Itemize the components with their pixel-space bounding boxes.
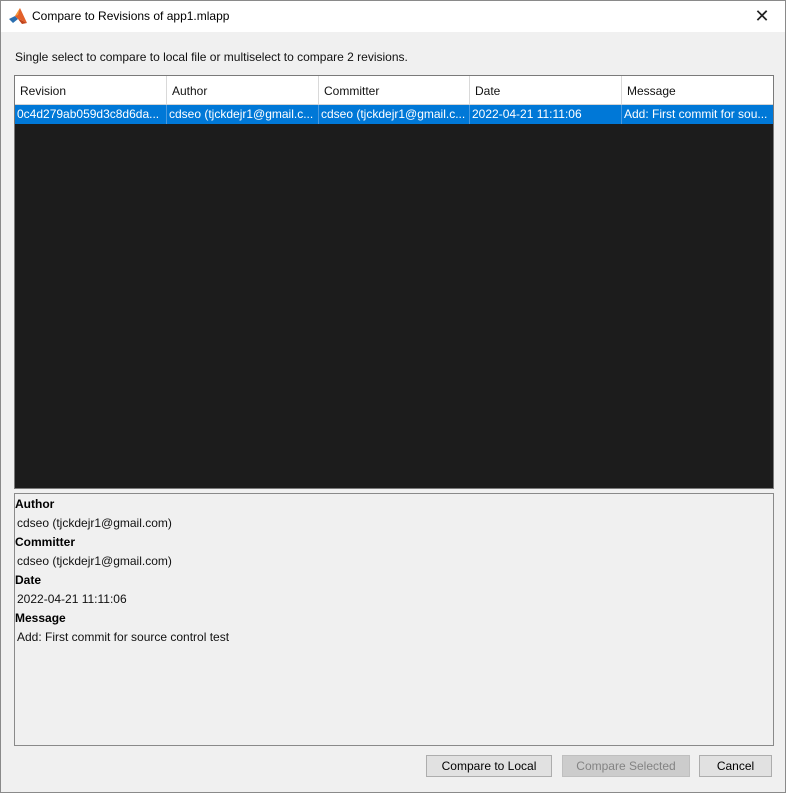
details-panel: Author cdseo (tjckdejr1@gmail.com) Commi… [14,493,774,746]
revisions-table[interactable]: Revision Author Committer Date Message 0… [14,75,774,489]
matlab-logo-icon [9,8,27,24]
cell-message: Add: First commit for sou... [624,107,768,121]
detail-date-label: Date [15,573,42,587]
detail-message-value: Add: First commit for source control tes… [17,630,230,644]
column-header-date[interactable]: Date [470,76,622,104]
detail-author-value: cdseo (tjckdejr1@gmail.com) [17,516,172,530]
window-title: Compare to Revisions of app1.mlapp [32,9,230,23]
column-header-committer[interactable]: Committer [319,76,470,104]
column-header-author[interactable]: Author [167,76,319,104]
cell-author: cdseo (tjckdejr1@gmail.c... [167,105,319,124]
detail-message-label: Message [15,611,66,625]
detail-committer-value: cdseo (tjckdejr1@gmail.com) [17,554,172,568]
dialog-window: Compare to Revisions of app1.mlapp ✕ Sin… [0,0,786,793]
table-row[interactable]: 0c4d279ab059d3c8d6da... cdseo (tjckdejr1… [15,105,773,124]
cell-date: 2022-04-21 11:11:06 [470,105,622,124]
table-header: Revision Author Committer Date Message [15,76,773,105]
cancel-button[interactable]: Cancel [699,755,772,777]
detail-author-label: Author [15,497,55,511]
cell-revision: 0c4d279ab059d3c8d6da... [15,105,167,124]
compare-to-local-button[interactable]: Compare to Local [426,755,552,777]
column-header-revision[interactable]: Revision [15,76,167,104]
detail-committer-label: Committer [15,535,76,549]
close-icon: ✕ [754,6,770,26]
close-button[interactable]: ✕ [739,1,785,32]
title-bar: Compare to Revisions of app1.mlapp ✕ [1,1,785,32]
column-header-message[interactable]: Message [622,76,773,104]
instruction-text: Single select to compare to local file o… [15,50,408,64]
detail-date-value: 2022-04-21 11:11:06 [17,592,127,606]
cell-committer: cdseo (tjckdejr1@gmail.c... [319,105,470,124]
compare-selected-button[interactable]: Compare Selected [562,755,690,777]
